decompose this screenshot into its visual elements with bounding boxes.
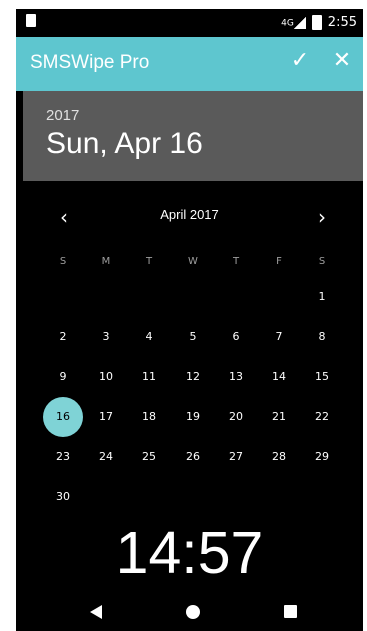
calendar-day[interactable]: 20 [216, 397, 256, 437]
weekday-label: W [188, 256, 198, 267]
home-icon[interactable] [186, 605, 200, 619]
calendar-day[interactable]: 19 [173, 397, 213, 437]
calendar-day[interactable]: 8 [302, 317, 342, 357]
calendar-day[interactable]: 25 [129, 437, 169, 477]
navigation-bar [16, 595, 363, 631]
calendar-day[interactable]: 13 [216, 357, 256, 397]
weekday-label: M [101, 256, 111, 267]
calendar-day[interactable]: 30 [43, 477, 83, 517]
calendar-day[interactable]: 3 [86, 317, 126, 357]
close-icon: ✕ [332, 48, 352, 73]
network-type-label: 4G [281, 18, 294, 28]
calendar-day[interactable]: 14 [259, 357, 299, 397]
weekday-label: T [232, 256, 240, 267]
selected-date-label[interactable]: Sun, Apr 16 [46, 127, 203, 161]
cancel-button[interactable]: ✕ [327, 48, 357, 73]
back-icon[interactable] [90, 605, 102, 619]
calendar-day[interactable]: 4 [129, 317, 169, 357]
status-time: 2:55 [327, 15, 357, 30]
signal-icon: 4G [281, 16, 306, 29]
calendar-day[interactable]: 15 [302, 357, 342, 397]
calendar-day[interactable]: 10 [86, 357, 126, 397]
confirm-button[interactable]: ✓ [285, 48, 315, 73]
calendar-day[interactable]: 11 [129, 357, 169, 397]
calendar-day[interactable]: 2 [43, 317, 83, 357]
status-bar: 4G 2:55 [16, 9, 363, 37]
calendar-day[interactable]: 18 [129, 397, 169, 437]
calendar-day[interactable]: 24 [86, 437, 126, 477]
time-display[interactable]: 14:57 [16, 519, 363, 587]
app-bar: SMSWipe Pro ✓ ✕ [16, 37, 363, 91]
calendar-day[interactable]: 27 [216, 437, 256, 477]
status-icons: 4G 2:55 [281, 15, 357, 30]
calendar-day[interactable]: 28 [259, 437, 299, 477]
calendar-day[interactable]: 12 [173, 357, 213, 397]
calendar-day-selected[interactable]: 16 [43, 397, 83, 437]
calendar-day[interactable]: 1 [302, 277, 342, 317]
weekday-label: F [276, 256, 282, 267]
calendar-day[interactable]: 26 [173, 437, 213, 477]
sim-card-icon [26, 14, 36, 27]
next-month-button[interactable]: › [310, 205, 334, 229]
calendar-day[interactable]: 9 [43, 357, 83, 397]
year-label[interactable]: 2017 [46, 107, 79, 124]
app-title: SMSWipe Pro [30, 52, 150, 73]
calendar-day[interactable]: 17 [86, 397, 126, 437]
calendar-day[interactable]: 29 [302, 437, 342, 477]
check-icon: ✓ [290, 48, 310, 73]
calendar-day[interactable]: 23 [43, 437, 83, 477]
calendar-day[interactable]: 22 [302, 397, 342, 437]
calendar-day[interactable]: 5 [173, 317, 213, 357]
weekday-label: S [318, 256, 326, 267]
date-header: 2017 Sun, Apr 16 [23, 91, 363, 181]
recent-apps-icon[interactable] [284, 605, 297, 618]
battery-icon [311, 15, 322, 30]
weekday-label: S [59, 256, 67, 267]
phone-screen: 4G 2:55 SMSWipe Pro ✓ ✕ 2017 Sun, Apr 16… [16, 9, 363, 631]
calendar-day[interactable]: 21 [259, 397, 299, 437]
calendar-day[interactable]: 6 [216, 317, 256, 357]
weekday-label: T [145, 256, 153, 267]
chevron-right-icon: › [318, 205, 326, 229]
calendar-day[interactable]: 7 [259, 317, 299, 357]
